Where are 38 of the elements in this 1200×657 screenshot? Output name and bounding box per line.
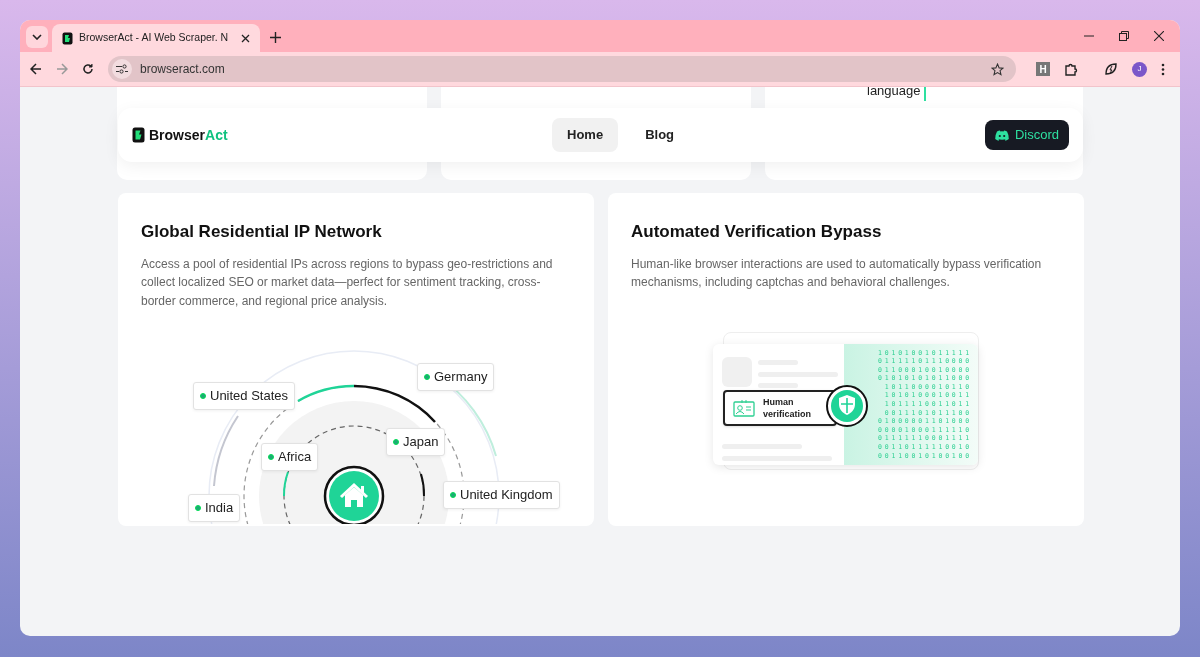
discord-icon: [994, 129, 1009, 141]
close-icon[interactable]: [1154, 31, 1164, 41]
card-description: Human-like browser interactions are used to automatically bypass verification mechanisms, including captchas and behavioral challenges.: [631, 255, 1043, 291]
region-name: India: [205, 499, 234, 517]
back-icon[interactable]: [30, 63, 42, 75]
reload-icon[interactable]: [82, 63, 94, 75]
nav-link[interactable]: Blog: [628, 118, 691, 152]
close-icon[interactable]: [241, 33, 250, 43]
tab-title: BrowserAct - AI Web Scraper. N: [79, 30, 230, 46]
address-bar[interactable]: browseract.com: [108, 56, 1016, 82]
region-name: United Kingdom: [460, 486, 553, 504]
puzzle-icon[interactable]: [1064, 62, 1078, 76]
region-name: United States: [210, 387, 289, 405]
nav-link[interactable]: Home: [552, 118, 619, 152]
card-title: Global Residential IP Network: [141, 221, 383, 243]
region-name: Japan: [403, 433, 439, 451]
card-title: Automated Verification Bypass: [631, 221, 883, 243]
browser-tab[interactable]: BrowserAct - AI Web Scraper. N: [52, 24, 260, 52]
extension-icon[interactable]: H: [1036, 62, 1050, 76]
card-description: Access a pool of residential IPs across regions to bypass geo-restrictions and collect localized SEO or market data—perfect for sentiment tracking, cross-border commerce, and regional price analysis.: [141, 255, 553, 310]
logo-icon: [132, 127, 145, 143]
profile-avatar[interactable]: J: [1132, 61, 1147, 77]
menu-icon[interactable]: [1161, 62, 1165, 76]
new-tab-icon[interactable]: [270, 32, 281, 43]
region-name: Germany: [434, 368, 488, 386]
chevron-down-icon: [32, 34, 42, 40]
site-settings-icon[interactable]: [116, 64, 128, 74]
logo-icon: [62, 31, 73, 45]
restore-icon[interactable]: [1119, 31, 1129, 41]
url-text: browseract.com: [140, 61, 225, 78]
brand-name[interactable]: BrowserAct: [149, 124, 228, 146]
id-card-icon: [733, 398, 755, 417]
leaf-icon[interactable]: [1104, 62, 1118, 76]
region-name: Africa: [278, 448, 312, 466]
bookmark-star-icon[interactable]: [991, 62, 1004, 76]
tab-list-button[interactable]: [26, 26, 48, 48]
discord-button[interactable]: Discord: [984, 120, 1069, 150]
badge-label: Human verification: [763, 395, 812, 420]
